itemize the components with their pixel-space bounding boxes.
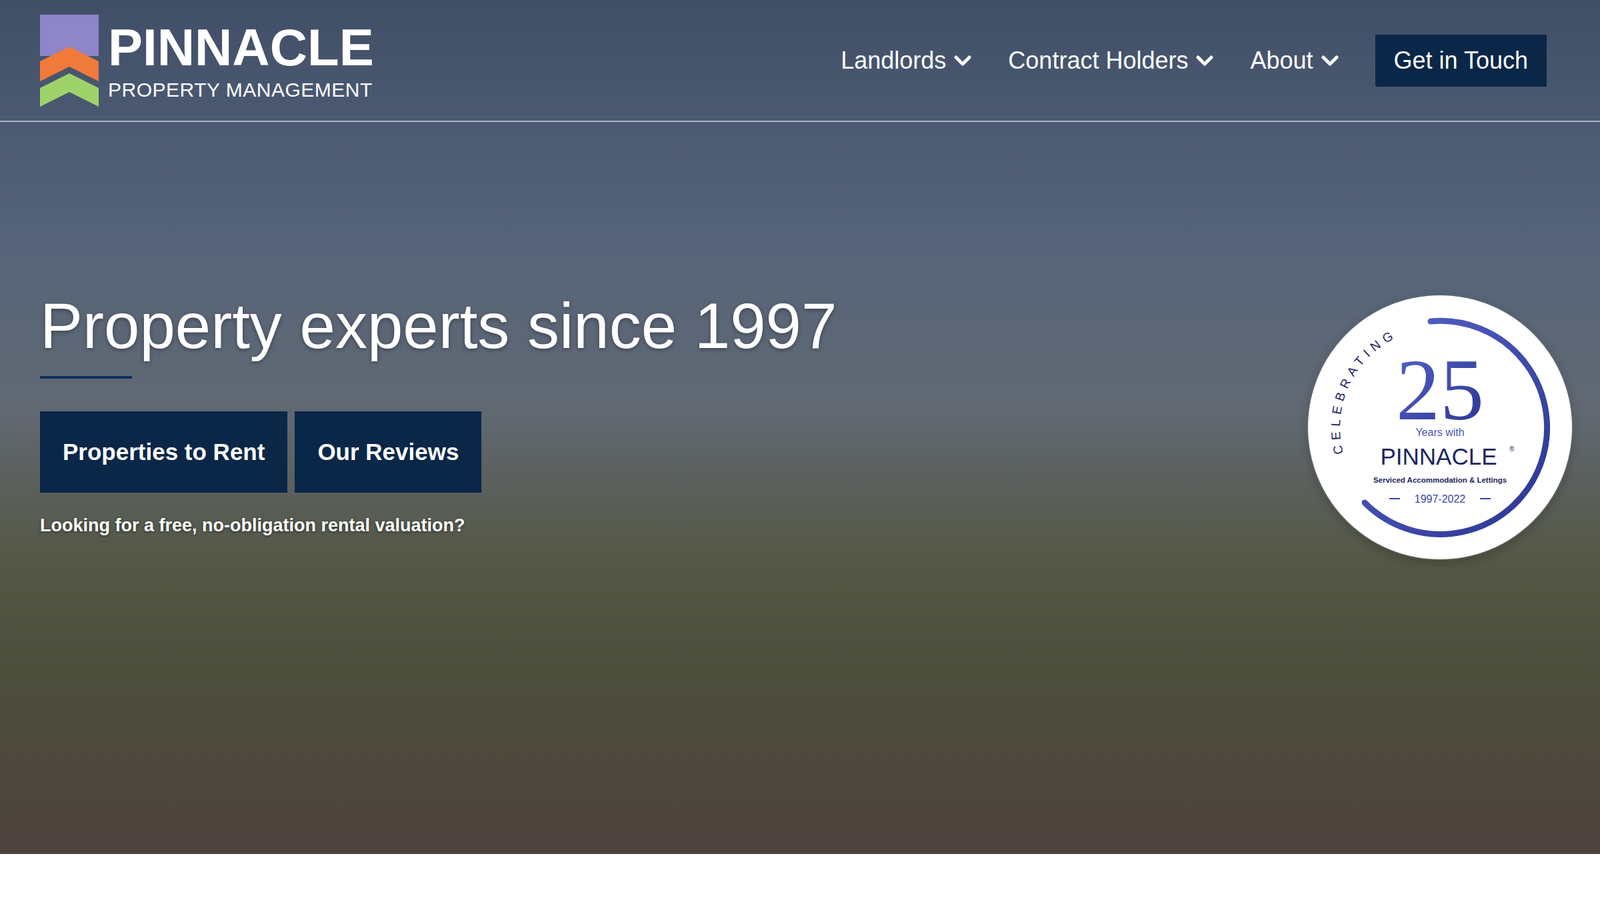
logo-text: PINNACLE PROPERTY MANAGEMENT [108, 21, 374, 100]
chevron-down-icon [954, 54, 972, 67]
nav-item[interactable]: Contract Holders [1008, 46, 1214, 75]
badge-dash [1480, 498, 1491, 500]
badge-ring [1364, 320, 1548, 534]
badge-brand: PINNACLE [1380, 443, 1497, 470]
valuation-link[interactable]: Looking for a free, no-obligation rental… [40, 515, 1560, 536]
badge-brand-mark: ® [1509, 445, 1515, 453]
logo[interactable]: PINNACLE PROPERTY MANAGEMENT [40, 14, 374, 107]
hero-button[interactable]: Properties to Rent [40, 411, 288, 493]
main-nav: Landlords Contract Holders About Get in … [840, 34, 1547, 87]
badge-caption: Years with [1415, 426, 1464, 438]
nav-item[interactable]: About [1250, 46, 1338, 75]
badge-graphic: CELEBRATING25Years with PINNACLE ® Serviced… [1306, 294, 1574, 561]
logo-tagline: PROPERTY MANAGEMENT [108, 80, 374, 100]
nav-label: About [1250, 46, 1313, 75]
get-in-touch-button[interactable]: Get in Touch [1375, 34, 1547, 87]
logo-name: PINNACLE [108, 21, 374, 74]
site-header: PINNACLE PROPERTY MANAGEMENT Landlords C… [0, 0, 1600, 122]
badge-dash [1389, 498, 1400, 500]
house-logo-icon [40, 14, 99, 107]
page: PINNACLE PROPERTY MANAGEMENT Landlords C… [0, 0, 1600, 900]
chevron-down-icon [1321, 54, 1339, 67]
nav-label: Landlords [840, 46, 946, 75]
title-underline [40, 376, 132, 379]
badge-circle [1308, 295, 1572, 560]
hero-button[interactable]: Our Reviews [294, 411, 482, 493]
badge-number: 25 [1396, 340, 1484, 439]
badge-years: 1997-2022 [1414, 493, 1466, 505]
chevron-down-icon [1196, 54, 1214, 67]
nav-label: Contract Holders [1008, 46, 1188, 75]
nav-item[interactable]: Landlords [840, 46, 972, 75]
anniversary-badge: CELEBRATING25Years with PINNACLE ® Serviced… [1306, 294, 1574, 561]
badge-subtitle: Serviced Accommodation & Lettings [1373, 476, 1507, 484]
badge-arc-text: CELEBRATING [1328, 326, 1400, 456]
hero-section: PINNACLE PROPERTY MANAGEMENT Landlords C… [0, 0, 1600, 854]
